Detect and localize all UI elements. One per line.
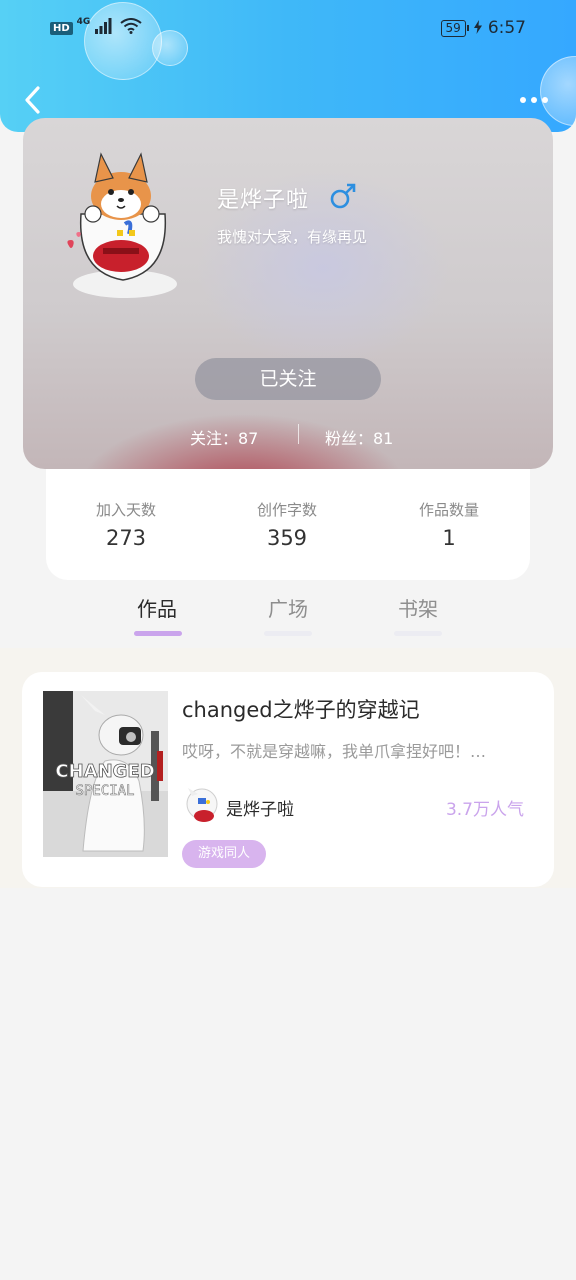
more-options-button[interactable] — [518, 88, 550, 112]
work-card[interactable]: CHANGED SPECIAL changed之烨子的穿越记 哎呀，不就是穿越嘛… — [22, 672, 554, 887]
tab-works[interactable]: 作品 — [117, 593, 197, 622]
status-bar: HD 4G 59 6:57 — [0, 14, 576, 44]
profile-card: 是烨子啦 我愧对大家，有缘再见 已关注 关注：87 粉丝：81 — [23, 118, 553, 469]
stat-label: 创作字数 — [256, 501, 317, 519]
avatar[interactable] — [63, 144, 183, 300]
fans-count[interactable]: 粉丝：81 — [325, 425, 393, 449]
signature: 我愧对大家，有缘再见 — [217, 228, 368, 246]
category-tag[interactable]: 游戏同人 — [182, 840, 267, 868]
stat-value: 359 — [266, 526, 308, 550]
tab-indicator — [394, 631, 442, 636]
battery-indicator: 59 — [440, 19, 470, 37]
cover-title-text: CHANGED — [55, 761, 154, 782]
following-count[interactable]: 关注：87 — [190, 425, 258, 449]
signal-icon — [94, 18, 112, 38]
stat-word-count: 创作字数 359 — [227, 499, 347, 550]
cover-subtitle-text: SPECIAL — [75, 783, 134, 799]
more-dots-icon — [520, 97, 548, 103]
tab-bar: 作品 广场 书架 — [0, 585, 576, 645]
hd-badge: HD — [50, 21, 73, 35]
top-header: HD 4G 59 6:57 — [0, 0, 576, 132]
book-cover[interactable]: CHANGED SPECIAL — [43, 691, 168, 857]
divider — [298, 424, 299, 444]
work-description: 哎呀，不就是穿越嘛，我单爪拿捏好吧！… — [182, 742, 487, 761]
wifi-icon — [120, 18, 142, 38]
stats-card: 加入天数 273 创作字数 359 作品数量 1 — [46, 455, 530, 580]
author-row: 是烨子啦 3.7万人气 — [182, 786, 534, 826]
tab-bookshelf[interactable]: 书架 — [378, 593, 458, 622]
tab-indicator — [134, 631, 182, 636]
chevron-left-icon — [25, 86, 40, 114]
stat-value: 1 — [442, 526, 456, 550]
popularity-count: 3.7万人气 — [445, 800, 524, 820]
work-title[interactable]: changed之烨子的穿越记 — [182, 694, 420, 724]
stat-value: 273 — [105, 526, 147, 550]
charging-icon — [473, 19, 482, 38]
follow-stats: 关注：87 粉丝：81 — [23, 420, 553, 450]
author-name[interactable]: 是烨子啦 — [226, 795, 294, 820]
tab-indicator — [264, 631, 312, 636]
back-button[interactable] — [20, 84, 44, 116]
followed-button[interactable]: 已关注 — [195, 358, 381, 400]
male-icon — [329, 180, 357, 210]
clock: 6:57 — [487, 18, 526, 38]
stat-join-days: 加入天数 273 — [66, 499, 186, 550]
stat-label: 加入天数 — [95, 501, 156, 519]
stat-works-count: 作品数量 1 — [389, 499, 509, 550]
nickname: 是烨子啦 — [217, 188, 310, 213]
tab-square[interactable]: 广场 — [248, 593, 328, 622]
stat-label: 作品数量 — [418, 501, 479, 519]
network-label: 4G — [76, 17, 91, 27]
works-list: CHANGED SPECIAL changed之烨子的穿越记 哎呀，不就是穿越嘛… — [0, 648, 576, 888]
author-avatar[interactable] — [184, 786, 220, 826]
